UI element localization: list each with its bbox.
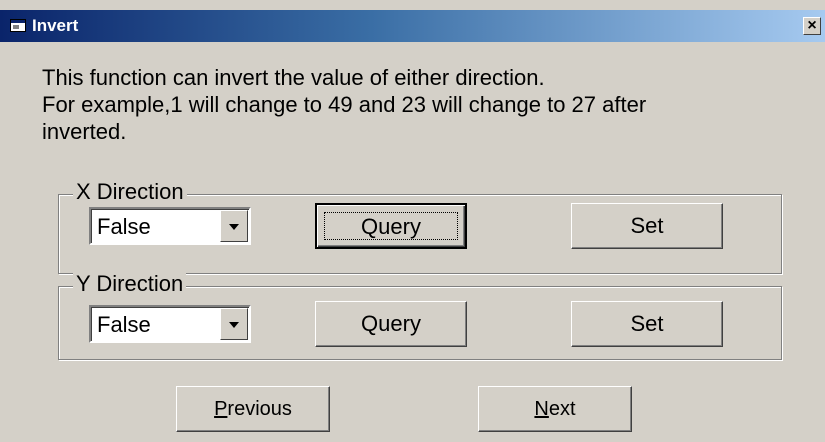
chevron-down-icon[interactable] bbox=[220, 210, 248, 242]
previous-label: Previous bbox=[214, 398, 292, 420]
next-label: Next bbox=[534, 398, 576, 420]
y-set-button[interactable]: Set bbox=[571, 301, 723, 347]
app-window-icon bbox=[10, 19, 26, 32]
previous-button[interactable]: Previous bbox=[176, 386, 330, 432]
chevron-down-icon[interactable] bbox=[220, 308, 248, 340]
description-line: This function can invert the value of ei… bbox=[42, 65, 545, 90]
y-direction-group: Y Direction False Query Set bbox=[58, 271, 782, 360]
x-direction-legend: X Direction bbox=[73, 179, 187, 205]
description-line: inverted. bbox=[42, 119, 127, 144]
description-line: For example,1 will change to 49 and 23 w… bbox=[42, 92, 647, 117]
function-description: This function can invert the value of ei… bbox=[42, 64, 812, 145]
x-set-label: Set bbox=[630, 213, 664, 238]
y-query-label: Query bbox=[361, 311, 421, 336]
x-direction-select[interactable]: False bbox=[89, 207, 251, 245]
close-button[interactable]: × bbox=[803, 17, 821, 35]
y-query-button[interactable]: Query bbox=[315, 301, 467, 347]
y-direction-legend: Y Direction bbox=[73, 271, 187, 297]
y-direction-select[interactable]: False bbox=[89, 305, 251, 343]
x-query-label: Query bbox=[361, 214, 421, 239]
x-direction-group: X Direction False Query Set bbox=[58, 179, 782, 274]
x-query-button[interactable]: Query bbox=[315, 203, 467, 249]
title-bar[interactable]: Invert × bbox=[0, 10, 825, 42]
x-set-button[interactable]: Set bbox=[571, 203, 723, 249]
y-set-label: Set bbox=[630, 311, 664, 336]
x-direction-select-value: False bbox=[97, 214, 151, 239]
window-title: Invert bbox=[32, 16, 79, 35]
next-button[interactable]: Next bbox=[478, 386, 632, 432]
close-icon: × bbox=[807, 17, 817, 34]
y-direction-select-value: False bbox=[97, 312, 151, 337]
invert-dialog: Invert × This function can invert the va… bbox=[0, 0, 825, 442]
